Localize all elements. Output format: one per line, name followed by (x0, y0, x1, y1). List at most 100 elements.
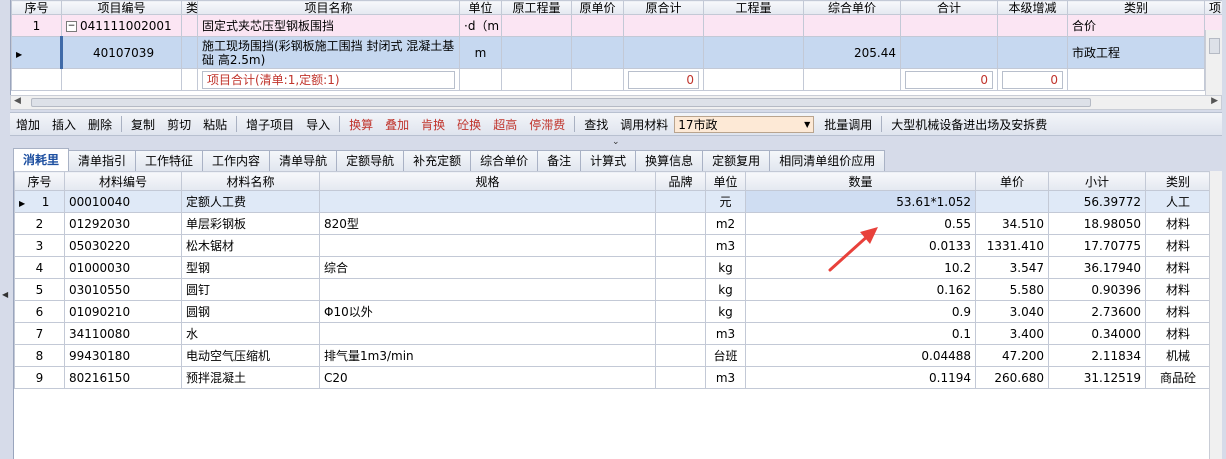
scroll-right-icon[interactable]: ▶ (1211, 96, 1218, 106)
material-vertical-scrollbar[interactable] (1209, 171, 1222, 459)
bill-unit[interactable]: ·d（m (459, 14, 502, 37)
material-code[interactable]: 01090210 (64, 300, 182, 323)
delete-button[interactable]: 删除 (82, 116, 118, 133)
material-unit[interactable]: 元 (705, 190, 746, 213)
col-header[interactable]: 类别 (1067, 0, 1205, 15)
col-header[interactable]: 数量 (745, 171, 976, 191)
material-code[interactable]: 01000030 (64, 256, 182, 279)
material-type[interactable]: 人工 (1145, 190, 1209, 213)
add-button[interactable]: 增加 (10, 116, 46, 133)
material-spec[interactable]: Φ10以外 (319, 300, 656, 323)
material-row[interactable]: 8 99430180 电动空气压缩机 排气量1m3/min 台班 0.04488 47.20… (14, 344, 1209, 367)
material-brand[interactable] (655, 212, 706, 235)
col-header[interactable]: 单价 (975, 171, 1049, 191)
material-code[interactable]: 05030220 (64, 234, 182, 257)
material-unit[interactable]: m2 (705, 212, 746, 235)
replace-button[interactable]: 肯换 (415, 116, 451, 133)
row-index[interactable]: ▶ 1 (14, 190, 65, 213)
material-code[interactable]: 80216150 (64, 366, 182, 389)
bill-item-row[interactable]: 1 −041111002001 固定式夹芯压型钢板围挡 ·d（m 合价 (11, 14, 1222, 37)
material-price[interactable]: 3.400 (975, 322, 1049, 345)
large-machinery-fee-button[interactable]: 大型机械设备进出场及安拆费 (885, 116, 1053, 133)
row-index[interactable]: 8 (14, 344, 65, 367)
quota-category[interactable]: 市政工程 (1067, 36, 1205, 69)
bill-code-cell[interactable]: −041111002001 (61, 14, 182, 37)
col-header[interactable]: 本级增减 (997, 0, 1068, 15)
collapse-left-icon[interactable]: ◀ (2, 290, 8, 299)
material-spec[interactable]: C20 (319, 366, 656, 389)
find-button[interactable]: 查找 (578, 116, 614, 133)
import-button[interactable]: 导入 (300, 116, 336, 133)
col-header[interactable]: 材料名称 (181, 171, 320, 191)
row-index[interactable]: 5 (14, 278, 65, 301)
material-name[interactable]: 单层彩钢板 (181, 212, 320, 235)
material-name[interactable]: 型钢 (181, 256, 320, 279)
material-qty[interactable]: 0.04488 (745, 344, 976, 367)
material-unit[interactable]: 台班 (705, 344, 746, 367)
row-index[interactable]: 2 (14, 212, 65, 235)
overheight-button[interactable]: 超高 (487, 116, 523, 133)
material-name[interactable]: 松木锯材 (181, 234, 320, 257)
material-name[interactable]: 圆钉 (181, 278, 320, 301)
stagnation-fee-button[interactable]: 停滞费 (523, 116, 571, 133)
material-price[interactable]: 47.200 (975, 344, 1049, 367)
scroll-left-icon[interactable]: ◀ (14, 96, 21, 106)
material-spec[interactable] (319, 278, 656, 301)
copy-button[interactable]: 复制 (125, 116, 161, 133)
material-subtotal[interactable]: 31.12519 (1048, 366, 1146, 389)
quota-unit-price[interactable]: 205.44 (803, 36, 901, 69)
bill-name[interactable]: 固定式夹芯压型钢板围挡 (197, 14, 460, 37)
material-subtotal[interactable]: 0.34000 (1048, 322, 1146, 345)
material-brand[interactable] (655, 256, 706, 279)
paste-button[interactable]: 粘贴 (197, 116, 233, 133)
material-subtotal[interactable]: 2.73600 (1048, 300, 1146, 323)
tab-supplement-quota[interactable]: 补充定额 (403, 150, 472, 171)
concrete-replace-button[interactable]: 砼换 (451, 116, 487, 133)
material-row[interactable]: 7 34110080 水 m3 0.1 3.400 0.34000 材料 (14, 322, 1209, 345)
material-brand[interactable] (655, 322, 706, 345)
tab-work-content[interactable]: 工作内容 (202, 150, 271, 171)
col-header[interactable]: 单位 (705, 171, 746, 191)
quota-unit[interactable]: m (459, 36, 502, 69)
material-type[interactable]: 材料 (1145, 256, 1209, 279)
material-code[interactable]: 34110080 (64, 322, 182, 345)
convert-button[interactable]: 换算 (343, 116, 379, 133)
stack-button[interactable]: 叠加 (379, 116, 415, 133)
material-name[interactable]: 预拌混凝土 (181, 366, 320, 389)
col-header[interactable]: 合计 (900, 0, 998, 15)
material-brand[interactable] (655, 366, 706, 389)
material-type[interactable]: 材料 (1145, 322, 1209, 345)
row-index[interactable]: 9 (14, 366, 65, 389)
tab-formula[interactable]: 计算式 (580, 150, 637, 171)
material-brand[interactable] (655, 190, 706, 213)
tab-quota-nav[interactable]: 定额导航 (336, 150, 405, 171)
material-price[interactable]: 3.040 (975, 300, 1049, 323)
col-header[interactable]: 类 (181, 0, 198, 15)
col-header[interactable]: 项目名称 (197, 0, 460, 15)
material-name[interactable]: 电动空气压缩机 (181, 344, 320, 367)
material-spec[interactable] (319, 322, 656, 345)
material-price[interactable]: 3.547 (975, 256, 1049, 279)
tab-bill-guide[interactable]: 清单指引 (68, 150, 137, 171)
material-qty[interactable]: 53.61*1.052 (745, 190, 976, 213)
bill-category[interactable]: 合价 (1067, 14, 1205, 37)
insert-button[interactable]: 插入 (46, 116, 82, 133)
material-unit[interactable]: m3 (705, 322, 746, 345)
material-type[interactable]: 材料 (1145, 300, 1209, 323)
material-row[interactable]: 6 01090210 圆钢 Φ10以外 kg 0.9 3.040 2.73600 材料 (14, 300, 1209, 323)
tab-quota-reuse[interactable]: 定额复用 (702, 150, 771, 171)
material-row[interactable]: 2 01292030 单层彩钢板 820型 m2 0.55 34.510 18.98050 材料 (14, 212, 1209, 235)
tab-work-features[interactable]: 工作特征 (135, 150, 204, 171)
material-row[interactable]: 4 01000030 型钢 综合 kg 10.2 3.547 36.17940 材料 (14, 256, 1209, 279)
material-qty[interactable]: 0.9 (745, 300, 976, 323)
tab-notes[interactable]: 备注 (537, 150, 582, 171)
material-type[interactable]: 机械 (1145, 344, 1209, 367)
material-library-select[interactable]: 17市政 ▼ (674, 115, 815, 133)
material-name[interactable]: 定额人工费 (181, 190, 320, 213)
col-header[interactable]: 原工程量 (501, 0, 572, 15)
material-subtotal[interactable]: 17.70775 (1048, 234, 1146, 257)
col-header[interactable]: 单位 (459, 0, 502, 15)
col-header[interactable]: 序号 (14, 171, 65, 191)
scroll-thumb[interactable] (31, 98, 1091, 107)
row-index[interactable]: 6 (14, 300, 65, 323)
